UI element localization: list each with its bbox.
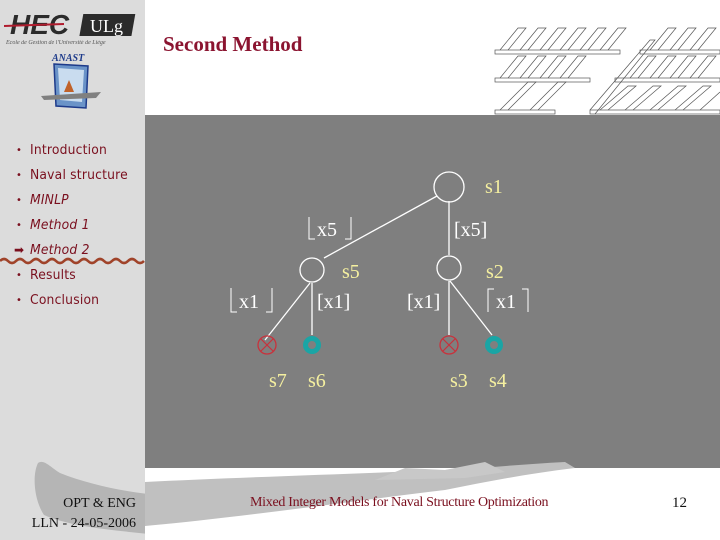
hec-ulg-logo: HEC ULg	[4, 10, 140, 40]
bullet-icon: •	[16, 294, 22, 306]
infeasible-leaf-icon	[439, 335, 459, 355]
edge-label-s1-s5: x5	[308, 217, 352, 241]
active-section-wave-divider	[0, 257, 145, 265]
label-s3: s3	[450, 370, 468, 392]
svg-text:x1: x1	[496, 291, 516, 313]
edge-label-s5-s7: x1	[230, 288, 273, 313]
edge-label-s5-s6: [x1]	[317, 291, 350, 313]
slide-title: Second Method	[163, 32, 303, 56]
page-number: 12	[672, 495, 687, 511]
nav-item-conclusion[interactable]: • Conclusion	[14, 290, 103, 310]
logo-subtitle: Ecole de Gestion de l'Université de Lièg…	[6, 40, 106, 46]
edge-label-s1-s2: [x5]	[454, 219, 487, 241]
arrow-right-icon: ➡	[14, 243, 25, 257]
svg-text:ANAST: ANAST	[51, 53, 85, 64]
label-s4: s4	[489, 370, 507, 392]
label-s6: s6	[308, 370, 326, 392]
edge-label-s2-s4: x1	[487, 288, 529, 313]
infeasible-leaf-icon	[257, 335, 277, 355]
nav-item-results[interactable]: • Results	[14, 265, 78, 285]
nav-item-introduction[interactable]: • Introduction	[14, 140, 111, 160]
edge-s1-s5	[323, 195, 438, 259]
feasible-leaf-icon	[485, 336, 503, 354]
footer-event: OPT & ENG LLN - 24-05-2006	[0, 494, 136, 534]
nav-item-naval-structure[interactable]: • Naval structure	[14, 165, 133, 185]
node-s5	[299, 257, 325, 283]
svg-text:x5: x5	[317, 219, 337, 241]
label-s5: s5	[342, 261, 360, 283]
label-s2: s2	[486, 261, 504, 283]
label-s7: s7	[269, 370, 287, 392]
nav-item-method-1[interactable]: • Method 1	[14, 215, 93, 235]
bullet-icon: •	[16, 194, 22, 206]
ship-structure-illustration	[494, 27, 720, 115]
bullet-icon: •	[16, 219, 22, 231]
edge-s2-s4	[449, 280, 493, 336]
anast-logo: ANAST	[41, 53, 101, 109]
branch-and-bound-tree: s1 s5 s2 x5 [x5] x1 [x1] [x1] x1 s7 s6 s…	[230, 171, 529, 392]
edge-label-s2-s3: [x1]	[407, 291, 440, 313]
feasible-leaf-icon	[303, 336, 321, 354]
bullet-icon: •	[16, 269, 22, 281]
svg-text:x1: x1	[239, 291, 259, 313]
label-s1: s1	[485, 176, 503, 198]
footer-event-line1: OPT & ENG	[63, 496, 136, 511]
node-s2	[436, 255, 462, 281]
svg-text:ULg: ULg	[90, 16, 123, 36]
footer-event-line2: LLN - 24-05-2006	[31, 516, 136, 531]
footer-presentation-title: Mixed Integer Models for Naval Structure…	[250, 495, 549, 510]
node-s1	[433, 171, 465, 203]
nav-item-minlp[interactable]: • MINLP	[14, 190, 71, 210]
bullet-icon: •	[16, 144, 22, 156]
bullet-icon: •	[16, 169, 22, 181]
sidebar: HEC ULg Ecole de Gestion de l'Université…	[0, 0, 160, 540]
